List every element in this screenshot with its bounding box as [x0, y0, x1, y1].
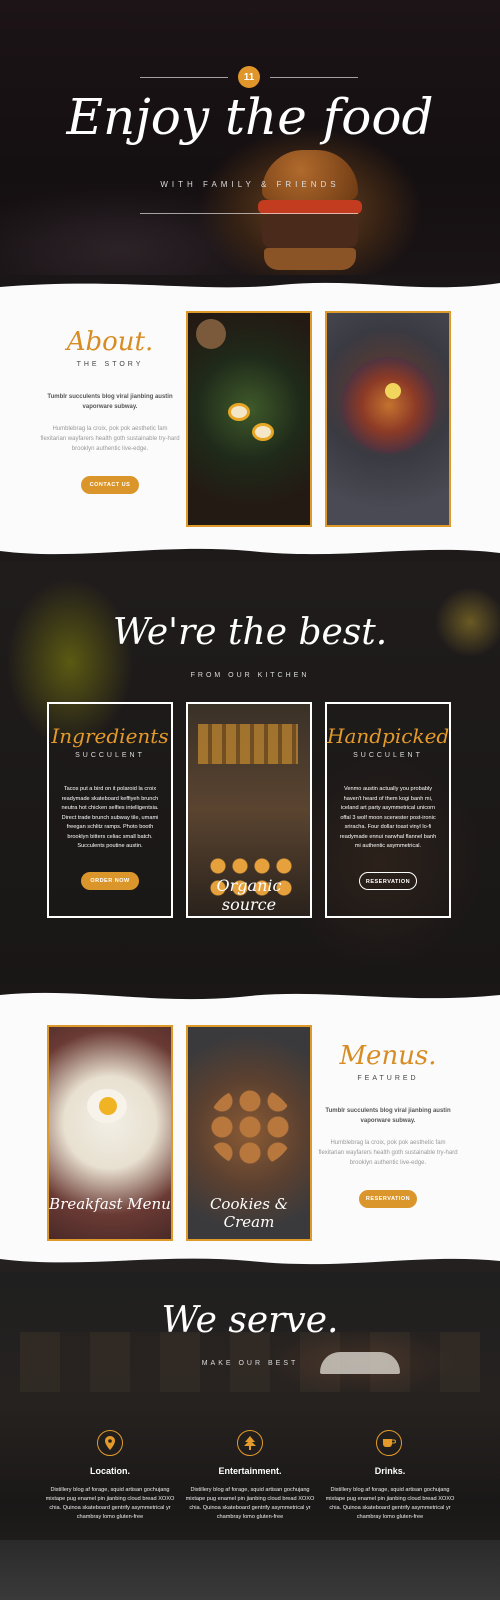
about-photo-platter [325, 311, 451, 527]
about-title: About. [66, 327, 154, 357]
ingredients-card-title: Ingredients [51, 724, 169, 748]
hero-subtitle: WITH FAMILY & FRIENDS [160, 180, 340, 189]
about-bold-text: Tumblr succulents blog viral jianbing au… [47, 394, 173, 410]
contact-us-button[interactable]: CONTACT US [81, 476, 139, 494]
handpicked-card-subtitle: SUCCULENT [353, 752, 423, 759]
best-section: We're the best. FROM OUR KITCHEN Ingredi… [0, 562, 500, 990]
cookies-cream-caption: Cookies & Cream [209, 1195, 289, 1231]
entertainment-text: Distillery blog af forage, squid artisan… [185, 1487, 315, 1520]
cookies-cream-photo[interactable]: Cookies & Cream [186, 1025, 312, 1241]
handpicked-card-text: Venmo austin actually you probably haven… [339, 786, 437, 849]
footer-bar [0, 1540, 500, 1600]
location-pin-icon [97, 1430, 123, 1456]
ingredients-card-subtitle: SUCCULENT [75, 752, 145, 759]
reservation-button[interactable]: RESERVATION [359, 1190, 417, 1208]
best-title: We're the best. [112, 612, 388, 653]
drinks-title: Drinks. [374, 1466, 406, 1476]
about-section: About. THE STORY Tumblr succulents blog … [0, 275, 500, 565]
ingredients-card-text: Tacos put a bird on it polaroid la croix… [61, 786, 159, 849]
coffee-cup-icon [376, 1430, 402, 1456]
about-light-text: Humblebrag la croix, pok pok aesthetic f… [40, 426, 180, 452]
menus-subtitle: FEATURED [357, 1075, 419, 1082]
order-now-button[interactable]: ORDER NOW [81, 871, 139, 890]
wave-divider-top [0, 985, 500, 1000]
hero-title: Enjoy the food [66, 88, 434, 146]
breakfast-menu-photo[interactable]: Breakfast Menu [47, 1025, 173, 1241]
hero-badge: 11 [238, 66, 260, 88]
hero-divider-left [140, 77, 228, 78]
menus-light-text: Humblebrag la croix, pok pok aesthetic f… [318, 1140, 458, 1166]
tree-icon [237, 1430, 263, 1456]
handpicked-card-title: Handpicked [327, 724, 450, 748]
location-title: Location. [90, 1466, 130, 1476]
about-photo-egg-salad [186, 311, 312, 527]
organic-source-caption: Organic source [216, 876, 282, 914]
menus-bold-text: Tumblr succulents blog viral jianbing au… [325, 1108, 451, 1124]
drinks-text: Distillery blog af forage, squid artisan… [325, 1487, 455, 1520]
hero-divider-bottom [140, 213, 358, 214]
serve-title: We serve. [161, 1300, 339, 1341]
handpicked-card: Handpicked SUCCULENT Venmo austin actual… [325, 702, 451, 918]
menus-section: Breakfast Menu Cookies & Cream Menus. FE… [0, 985, 500, 1275]
ingredients-card: Ingredients SUCCULENT Tacos put a bird o… [47, 702, 173, 918]
organic-source-card: Organic source [186, 702, 312, 918]
menus-title: Menus. [339, 1041, 437, 1071]
wave-divider-top [0, 275, 500, 288]
location-text: Distillery blog af forage, squid artisan… [45, 1487, 175, 1520]
serve-subtitle: MAKE OUR BEST [201, 1360, 299, 1367]
reservation-outline-button[interactable]: RESERVATION [359, 871, 417, 890]
hero-section: 11 Enjoy the food WITH FAMILY & FRIENDS [0, 0, 500, 285]
best-subtitle: FROM OUR KITCHEN [190, 672, 310, 679]
hero-divider-right [270, 77, 358, 78]
serve-section: We serve. MAKE OUR BEST Location. Distil… [0, 1272, 500, 1600]
entertainment-title: Entertainment. [218, 1466, 282, 1476]
breakfast-menu-caption: Breakfast Menu [49, 1195, 171, 1213]
about-subtitle: THE STORY [76, 361, 144, 368]
